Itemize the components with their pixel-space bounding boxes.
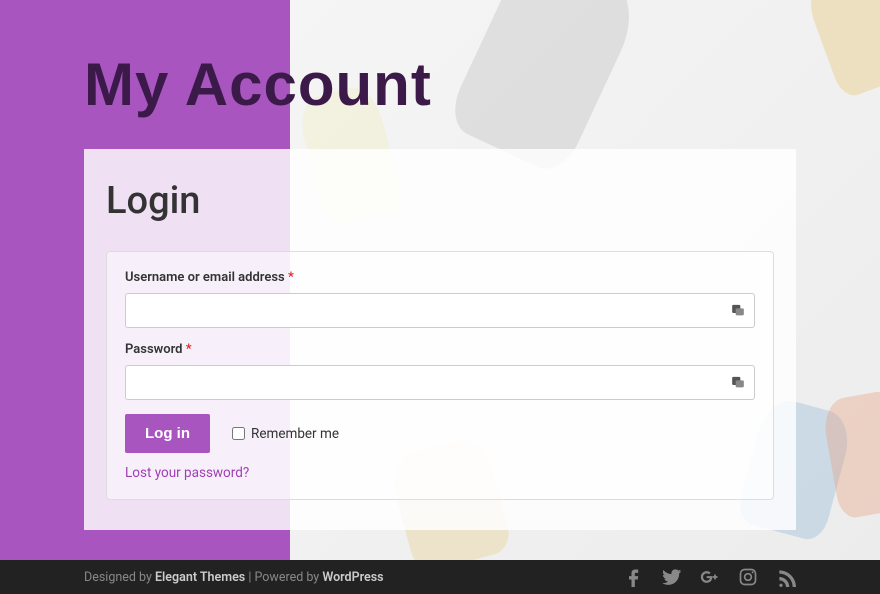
- username-row: Username or email address *: [125, 270, 755, 328]
- password-row: Password *: [125, 342, 755, 400]
- social-icons: [624, 567, 796, 587]
- google-plus-icon[interactable]: [700, 567, 720, 587]
- remember-label: Remember me: [251, 426, 339, 442]
- login-form-box: Username or email address * Password *: [106, 251, 774, 500]
- remember-me[interactable]: Remember me: [232, 426, 339, 442]
- password-label: Password *: [125, 342, 755, 357]
- footer: Designed by Elegant Themes | Powered by …: [0, 560, 880, 594]
- password-input[interactable]: [125, 365, 755, 400]
- twitter-icon[interactable]: [662, 567, 682, 587]
- footer-credits: Designed by Elegant Themes | Powered by …: [84, 570, 384, 585]
- footer-designer-link[interactable]: Elegant Themes: [155, 570, 245, 585]
- username-label: Username or email address *: [125, 270, 755, 285]
- username-label-text: Username or email address: [125, 270, 288, 285]
- required-mark: *: [186, 342, 192, 357]
- rss-icon[interactable]: [776, 567, 796, 587]
- footer-separator: | Powered by: [245, 570, 322, 585]
- footer-platform-link[interactable]: WordPress: [322, 570, 383, 585]
- instagram-icon[interactable]: [738, 567, 758, 587]
- footer-designed-by: Designed by: [84, 570, 155, 585]
- login-button[interactable]: Log in: [125, 414, 210, 453]
- login-card: Login Username or email address * Passwo…: [84, 149, 796, 530]
- login-actions: Log in Remember me: [125, 414, 755, 453]
- page-title: My Account: [0, 0, 880, 149]
- required-mark: *: [288, 270, 294, 285]
- password-label-text: Password: [125, 342, 186, 357]
- username-input[interactable]: [125, 293, 755, 328]
- login-heading: Login: [106, 179, 774, 223]
- lost-password-link[interactable]: Lost your password?: [125, 465, 249, 481]
- facebook-icon[interactable]: [624, 567, 644, 587]
- remember-checkbox[interactable]: [232, 427, 245, 440]
